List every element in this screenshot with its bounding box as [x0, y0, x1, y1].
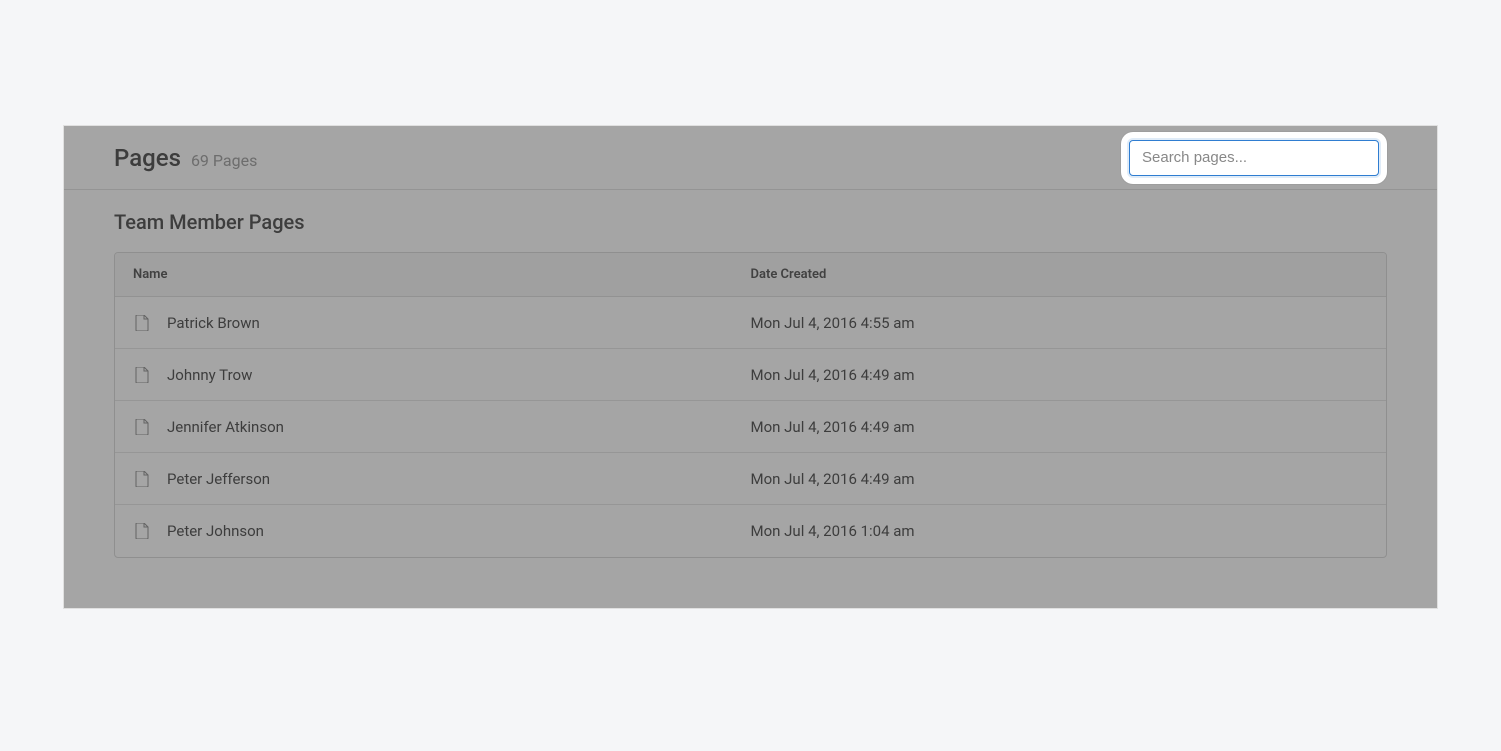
cell-name: Johnny Trow [115, 366, 751, 384]
row-date: Mon Jul 4, 2016 4:49 am [751, 366, 1387, 384]
column-header-name: Name [115, 267, 751, 282]
page-icon [135, 523, 149, 539]
panel-content: Team Member Pages Name Date Created Patr… [64, 190, 1437, 608]
cell-name: Peter Jefferson [115, 470, 751, 488]
row-name: Peter Johnson [167, 522, 264, 540]
section-title: Team Member Pages [114, 210, 1387, 234]
table-row[interactable]: Jennifer Atkinson Mon Jul 4, 2016 4:49 a… [115, 401, 1386, 453]
table-row[interactable]: Patrick Brown Mon Jul 4, 2016 4:55 am [115, 297, 1386, 349]
column-header-date: Date Created [751, 267, 1387, 282]
row-name: Jennifer Atkinson [167, 418, 284, 436]
row-name: Patrick Brown [167, 314, 260, 332]
page-count: 69 Pages [191, 151, 257, 170]
title-wrap: Pages 69 Pages [114, 144, 257, 172]
page-title: Pages [114, 144, 181, 172]
table-row[interactable]: Johnny Trow Mon Jul 4, 2016 4:49 am [115, 349, 1386, 401]
row-date: Mon Jul 4, 2016 4:49 am [751, 470, 1387, 488]
cell-name: Patrick Brown [115, 314, 751, 332]
search-highlight [1121, 132, 1387, 184]
row-date: Mon Jul 4, 2016 4:49 am [751, 418, 1387, 436]
page-icon [135, 367, 149, 383]
cell-name: Jennifer Atkinson [115, 418, 751, 436]
table-header: Name Date Created [115, 253, 1386, 297]
row-name: Peter Jefferson [167, 470, 270, 488]
cell-name: Peter Johnson [115, 522, 751, 540]
row-name: Johnny Trow [167, 366, 252, 384]
page-icon [135, 419, 149, 435]
page-icon [135, 471, 149, 487]
pages-table: Name Date Created Patrick Brown Mon Jul … [114, 252, 1387, 558]
row-date: Mon Jul 4, 2016 1:04 am [751, 522, 1387, 540]
page-icon [135, 315, 149, 331]
panel-header: Pages 69 Pages [64, 126, 1437, 190]
table-row[interactable]: Peter Jefferson Mon Jul 4, 2016 4:49 am [115, 453, 1386, 505]
row-date: Mon Jul 4, 2016 4:55 am [751, 314, 1387, 332]
search-input[interactable] [1129, 140, 1379, 176]
pages-panel: Pages 69 Pages Team Member Pages Name Da… [63, 125, 1438, 609]
table-row[interactable]: Peter Johnson Mon Jul 4, 2016 1:04 am [115, 505, 1386, 557]
